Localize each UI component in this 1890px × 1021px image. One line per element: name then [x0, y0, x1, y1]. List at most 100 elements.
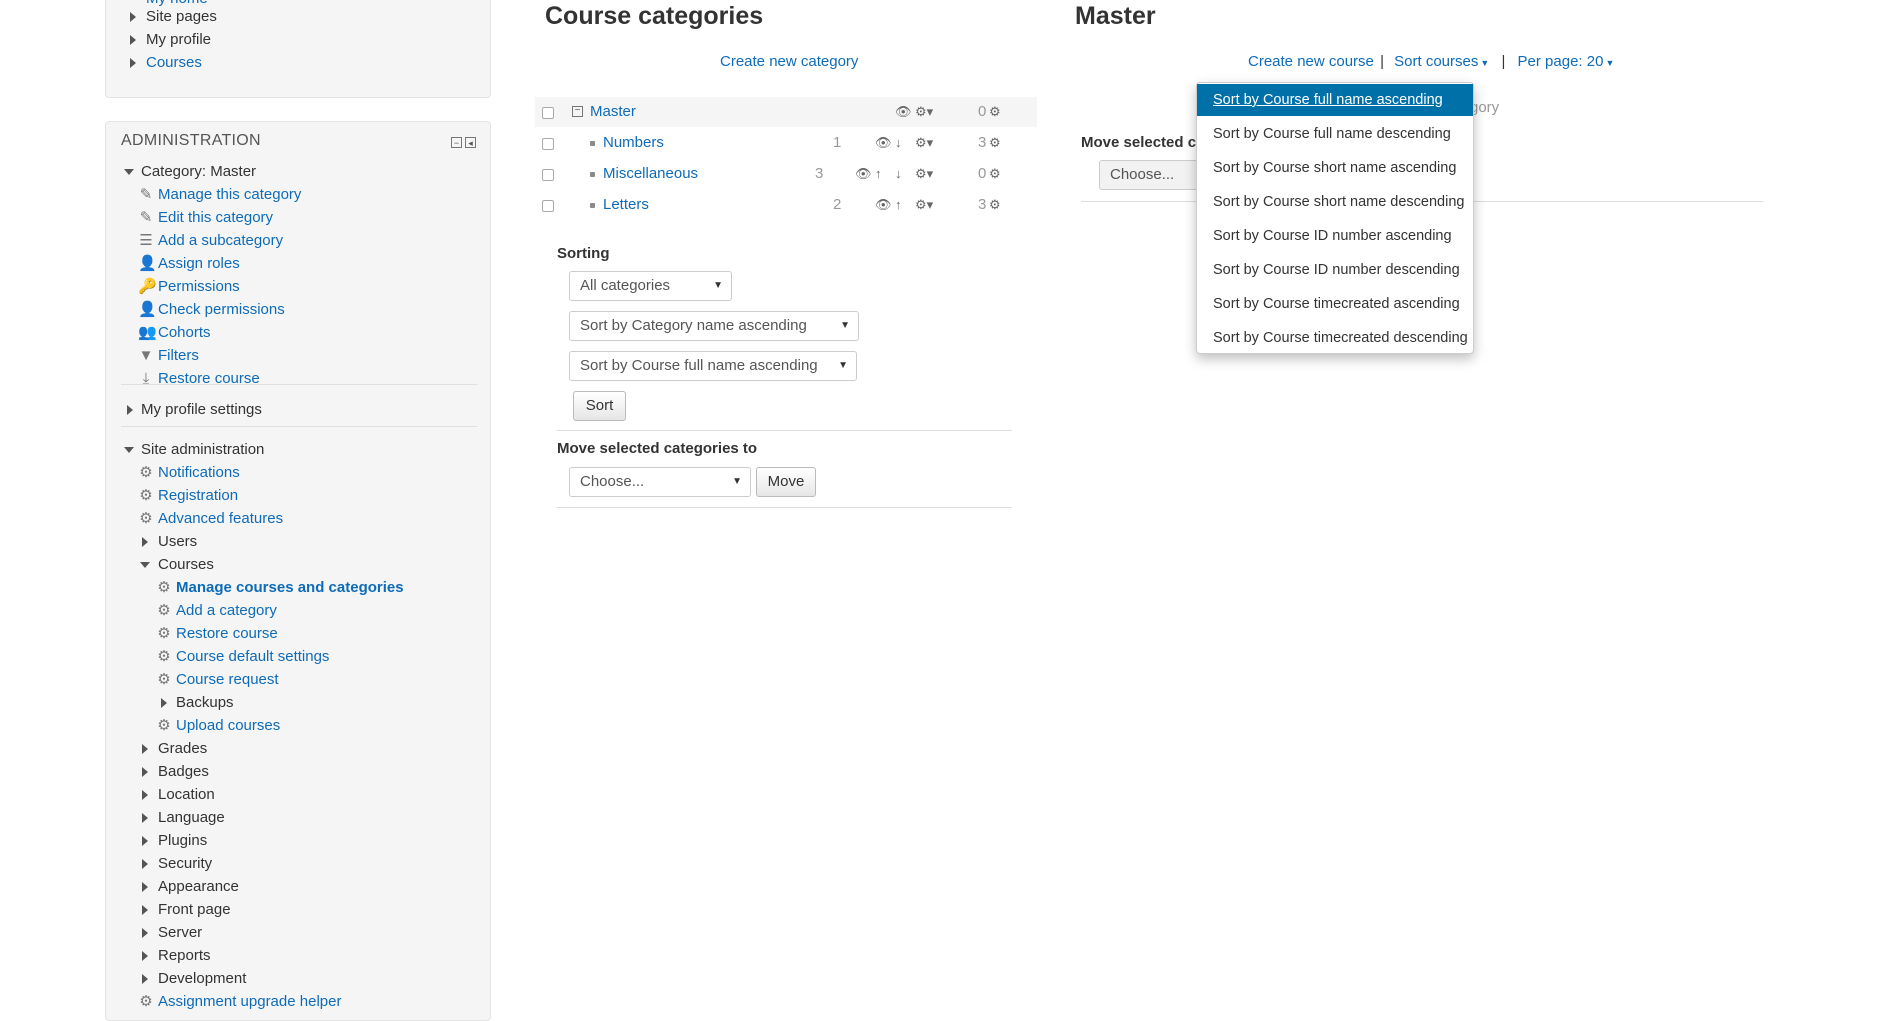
sort-option[interactable]: Sort by Course timecreated descending [1197, 322, 1473, 354]
move-down-arrow-icon[interactable]: ↓ [895, 159, 902, 189]
divider [557, 507, 1012, 508]
users-icon: 👥 [138, 324, 157, 341]
key-icon: 🔑 [138, 278, 157, 295]
category-checkbox[interactable] [542, 107, 554, 119]
caret-down-icon: ▼ [1480, 58, 1490, 68]
category-row-numbers[interactable]: Numbers 1 👁 ↓ ⚙▾ 3 ⚙ [535, 128, 1037, 158]
sort-option[interactable]: Sort by Course ID number descending [1197, 254, 1473, 286]
bullet-icon [590, 172, 595, 177]
navigation-block: My home Site pages My profile Courses [105, 0, 491, 98]
expand-icon[interactable] [142, 974, 148, 984]
per-page-dropdown[interactable]: Per page: 20 ▼ [1518, 53, 1615, 70]
category-row-master[interactable]: − Master 👁 ⚙▾ 0 ⚙ [535, 97, 1037, 127]
admin-block-title: ADMINISTRATION [121, 132, 261, 149]
category-sort-select[interactable]: Sort by Category name ascending ▼ [569, 311, 859, 341]
divider [121, 426, 477, 427]
collapse-icon[interactable] [124, 169, 134, 175]
course-sort-select[interactable]: Sort by Course full name ascending ▼ [569, 351, 857, 381]
collapse-icon[interactable] [124, 447, 134, 453]
sort-option[interactable]: Sort by Course short name descending [1197, 186, 1473, 218]
actions-gear-icon[interactable]: ⚙▾ [915, 128, 933, 158]
show-hide-eye-icon[interactable]: 👁 [875, 128, 892, 158]
move-up-arrow-icon[interactable]: ↑ [875, 159, 882, 189]
sort-courses-dropdown[interactable]: Sort courses ▼ [1394, 53, 1489, 70]
expand-icon[interactable] [161, 698, 167, 708]
list-icon: ☰ [139, 232, 153, 249]
expand-icon[interactable] [142, 905, 148, 915]
dropdown-arrow-icon: ▼ [713, 280, 723, 291]
course-count-icon: ⚙ [989, 166, 1001, 181]
move-courses-label: Move selected c [1081, 134, 1197, 151]
category-checkbox[interactable] [542, 138, 554, 150]
user-icon: 👤 [138, 255, 157, 272]
course-count-icon: ⚙ [989, 197, 1001, 212]
expand-icon[interactable] [130, 58, 136, 68]
show-hide-eye-icon[interactable]: 👁 [895, 97, 912, 127]
expand-icon[interactable] [142, 767, 148, 777]
expand-icon[interactable] [142, 836, 148, 846]
create-new-category-link[interactable]: Create new category [720, 53, 858, 70]
expand-icon[interactable] [142, 882, 148, 892]
divider [121, 384, 477, 385]
sort-button[interactable]: Sort [573, 391, 626, 421]
show-hide-eye-icon[interactable]: 👁 [875, 190, 892, 220]
move-down-arrow-icon[interactable]: ↓ [895, 128, 902, 158]
expand-icon[interactable] [127, 405, 133, 415]
expand-icon[interactable] [142, 790, 148, 800]
sort-option[interactable]: Sort by Course full name ascending [1197, 84, 1473, 116]
user-check-icon: 👤 [138, 301, 157, 318]
gear-icon: ⚙ [139, 487, 153, 504]
sort-scope-select[interactable]: All categories ▼ [569, 271, 732, 301]
collapse-icon[interactable] [140, 562, 150, 568]
course-count-icon: ⚙ [989, 104, 1001, 119]
collapse-category-icon[interactable]: − [572, 106, 583, 117]
expand-icon[interactable] [130, 12, 136, 22]
gear-icon: ⚙ [157, 648, 171, 665]
caret-down-icon: ▼ [1605, 58, 1615, 68]
filter-icon: ▼ [138, 347, 154, 364]
category-checkbox[interactable] [542, 169, 554, 181]
expand-icon[interactable] [142, 859, 148, 869]
actions-gear-icon[interactable]: ⚙▾ [915, 97, 933, 127]
category-row-letters[interactable]: Letters 2 👁 ↑ ⚙▾ 3 ⚙ [535, 190, 1037, 220]
empty-category-text: gory [1470, 99, 1500, 116]
move-categories-label: Move selected categories to [557, 440, 758, 457]
category-row-miscellaneous[interactable]: Miscellaneous 3 👁 ↑ ↓ ⚙▾ 0 ⚙ [535, 159, 1037, 189]
sort-option[interactable]: Sort by Course timecreated ascending [1197, 288, 1473, 320]
expand-icon[interactable] [142, 813, 148, 823]
sort-option[interactable]: Sort by Course short name ascending [1197, 152, 1473, 184]
sort-option[interactable]: Sort by Course ID number ascending [1197, 220, 1473, 252]
expand-icon[interactable] [142, 537, 148, 547]
gear-icon: ⚙ [139, 993, 153, 1010]
bullet-icon [590, 141, 595, 146]
gear-icon: ⚙ [157, 579, 171, 596]
sorting-label: Sorting [557, 245, 610, 262]
expand-icon[interactable] [142, 928, 148, 938]
course-categories-title: Course categories [545, 2, 764, 30]
expand-icon[interactable] [142, 951, 148, 961]
course-count-icon: ⚙ [989, 135, 1001, 150]
expand-icon[interactable] [142, 744, 148, 754]
bullet-icon [590, 203, 595, 208]
gear-icon: ⚙ [157, 671, 171, 688]
administration-block: ADMINISTRATION − ◂ Category: Master ✎ Man… [105, 121, 491, 1021]
category-checkbox[interactable] [542, 200, 554, 212]
move-categories-button[interactable]: Move [756, 467, 816, 497]
dock-block-icon[interactable]: ◂ [465, 137, 476, 148]
gear-icon: ⚙ [139, 464, 153, 481]
block-controls: − ◂ [451, 137, 476, 148]
sort-option[interactable]: Sort by Course full name descending [1197, 118, 1473, 150]
dropdown-arrow-icon: ▼ [838, 360, 848, 371]
move-up-arrow-icon[interactable]: ↑ [895, 190, 902, 220]
collapse-block-icon[interactable]: − [451, 137, 462, 148]
move-categories-select[interactable]: Choose... ▼ [569, 467, 751, 497]
divider [557, 430, 1012, 431]
gear-icon: ⚙ [157, 717, 171, 734]
expand-icon[interactable] [130, 35, 136, 45]
create-new-course-link[interactable]: Create new course [1248, 53, 1374, 70]
actions-gear-icon[interactable]: ⚙▾ [915, 159, 933, 189]
dropdown-arrow-icon: ▼ [732, 476, 742, 487]
gear-icon: ⚙ [157, 625, 171, 642]
actions-gear-icon[interactable]: ⚙▾ [915, 190, 933, 220]
show-hide-eye-icon[interactable]: 👁 [855, 159, 872, 189]
